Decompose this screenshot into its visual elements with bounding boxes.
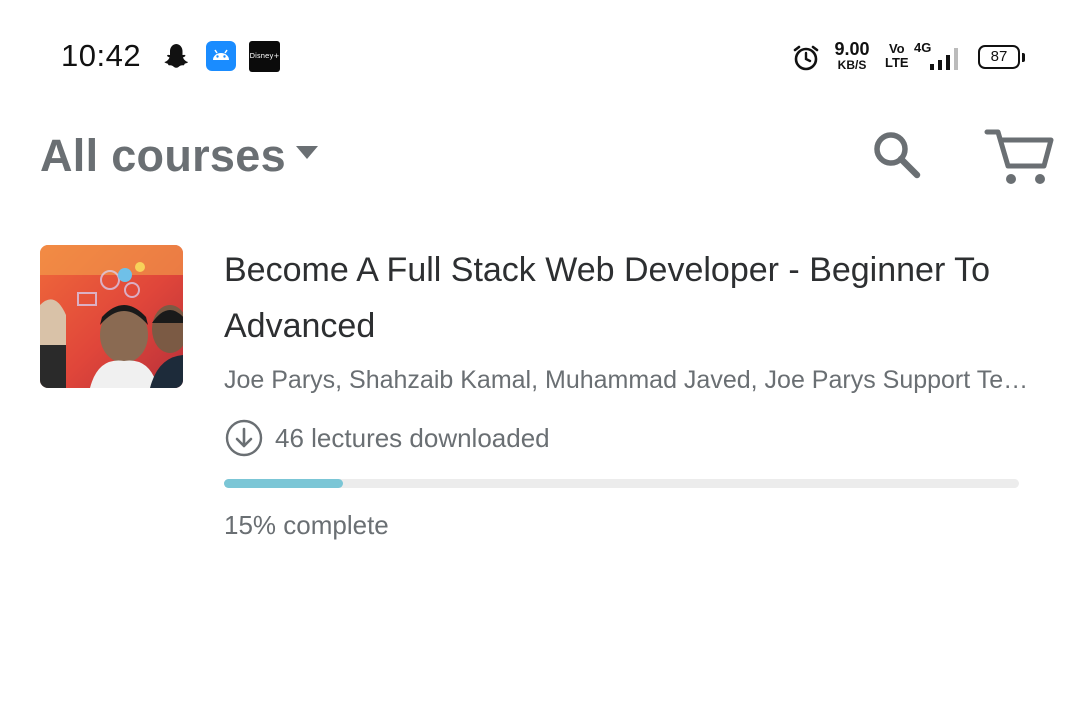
network-speed: 9.00 KB/S: [830, 40, 874, 71]
status-time: 10:42: [61, 38, 142, 73]
status-bar: 10:42 Disney+ hotstar 9.00 KB/S Vo LTE 4…: [0, 0, 1080, 110]
course-thumbnail: [40, 245, 183, 388]
downloads-count: 46 lectures downloaded: [275, 423, 550, 453]
android-app-icon: [206, 41, 236, 71]
progress-label: 15% complete: [224, 510, 389, 540]
progress-bar: [224, 479, 1019, 488]
search-icon[interactable]: [870, 128, 922, 180]
signal-icon: [930, 48, 958, 70]
alarm-icon: [793, 45, 819, 71]
course-instructors: Joe Parys, Shahzaib Kamal, Muhammad Jave…: [224, 366, 1032, 394]
page-title-dropdown[interactable]: All courses: [40, 130, 286, 182]
volte-top: Vo: [888, 41, 905, 56]
download-icon: [225, 419, 263, 457]
battery-icon: 87: [978, 45, 1025, 69]
android-robot-icon: [213, 49, 229, 60]
course-title[interactable]: Become A Full Stack Web Developer - Begi…: [224, 242, 1024, 354]
progress-fill: [224, 479, 344, 488]
cart-icon[interactable]: [984, 126, 1056, 188]
volte-indicator: Vo LTE: [885, 42, 909, 70]
hotstar-icon: Disney+ hotstar: [249, 41, 280, 91]
volte-bottom: LTE: [885, 55, 909, 70]
network-type: 4G: [914, 40, 932, 55]
course-list-item[interactable]: Become A Full Stack Web Developer - Begi…: [0, 236, 1080, 556]
snapchat-icon: [164, 44, 188, 68]
network-speed-unit: KB/S: [837, 58, 867, 72]
chevron-down-icon[interactable]: [296, 146, 318, 159]
network-speed-value: 9.00: [834, 39, 870, 59]
